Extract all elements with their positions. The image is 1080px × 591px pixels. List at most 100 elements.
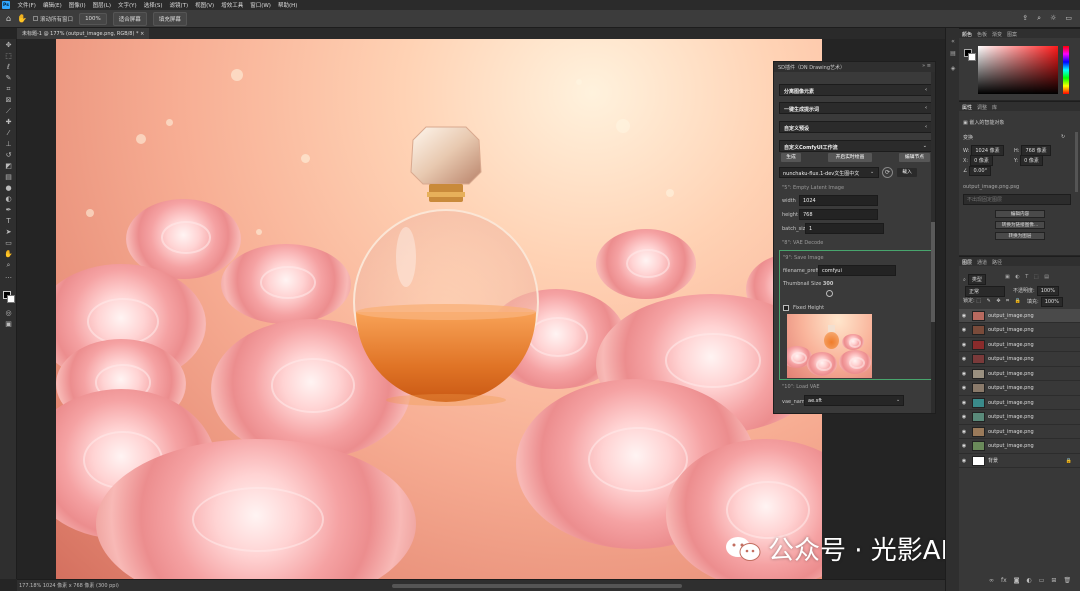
section-custom-comfyui-workflow[interactable]: 自定义ComfyUI工作流 ⌄ — [779, 140, 932, 152]
eye-icon[interactable]: ◉ — [959, 400, 969, 406]
layer-row[interactable]: ◉ output_image.png — [959, 440, 1080, 454]
document-image[interactable] — [56, 39, 822, 579]
scroll-all-windows-checkbox[interactable]: 滚动所有窗口 — [33, 15, 73, 23]
move-tool-icon[interactable]: ✥ — [4, 41, 13, 50]
tab-swatches[interactable]: 色板 — [977, 31, 987, 38]
realtime-drawing-button[interactable]: 开启实时绘画 — [828, 153, 872, 162]
sd-panel-scrollbar[interactable] — [931, 72, 935, 413]
fit-screen-button[interactable]: 适合屏幕 — [112, 11, 147, 26]
convert-to-layers-button[interactable]: 转换为图层 — [995, 232, 1045, 240]
adjustment-layer-icon[interactable]: ◐ — [1027, 577, 1032, 584]
tab-layers[interactable]: 图层 — [962, 259, 972, 266]
eye-icon[interactable]: ◉ — [959, 371, 969, 377]
eye-icon[interactable]: ◉ — [959, 342, 969, 348]
tab-patterns[interactable]: 图案 — [1007, 31, 1017, 38]
eye-icon[interactable]: ◉ — [959, 313, 969, 319]
thumbnail-size-slider[interactable] — [826, 290, 833, 297]
filename-prefix-input[interactable]: comfyui — [818, 265, 896, 276]
blend-mode-select[interactable]: 正常 — [963, 286, 1005, 297]
share-icon[interactable]: ⇪ — [1022, 14, 1028, 23]
home-icon[interactable]: ⌂ — [6, 14, 11, 23]
height-input[interactable]: 768 — [799, 209, 878, 220]
eye-icon[interactable]: ◉ — [959, 385, 969, 391]
pen-tool-icon[interactable]: ✒ — [4, 206, 13, 215]
menu-window[interactable]: 窗口(W) — [247, 1, 275, 9]
section-generate-prompt[interactable]: 一键生成提示词 ‹ — [779, 102, 932, 114]
eye-icon[interactable]: ◉ — [959, 356, 969, 362]
background-color-swatch[interactable] — [7, 295, 15, 303]
layer-comp-select[interactable]: 不出现固定图层 — [963, 194, 1071, 205]
convert-linked-button[interactable]: 转换为链接图像... — [995, 221, 1045, 229]
new-group-icon[interactable]: ▭ — [1039, 577, 1045, 584]
horizontal-scrollbar[interactable] — [392, 584, 682, 588]
layer-row[interactable]: ◉ output_image.png — [959, 411, 1080, 425]
document-tab[interactable]: 未标题-1 @ 177% (output_image.png, RGB/8) *… — [17, 28, 150, 39]
layer-row[interactable]: ◉ output_image.png — [959, 425, 1080, 439]
quick-select-icon[interactable]: ✎ — [4, 74, 13, 83]
delete-layer-icon[interactable]: 🗑 — [1063, 577, 1071, 584]
reset-icon[interactable]: ↻ — [1061, 134, 1065, 140]
more-tools-icon[interactable]: … — [4, 272, 13, 281]
layer-row[interactable]: ◉ output_image.png — [959, 382, 1080, 396]
shape-tool-icon[interactable]: ▭ — [4, 239, 13, 248]
section-custom-preset[interactable]: 自定义预设 ‹ — [779, 121, 932, 133]
menu-file[interactable]: 文件(F) — [14, 1, 39, 9]
batch-size-input[interactable]: 1 — [805, 223, 884, 234]
layer-row[interactable]: ◉ output_image.png — [959, 338, 1080, 352]
tab-adjustments[interactable]: 调整 — [977, 104, 987, 111]
section-separate-elements[interactable]: 分离图像元素 ‹ — [779, 84, 932, 96]
lock-icons[interactable]: ⬚ ✎ ✥ ⌗ 🔒 — [976, 298, 1023, 304]
blur-tool-icon[interactable]: ● — [4, 184, 13, 193]
close-tab-icon[interactable]: × — [140, 31, 144, 37]
quick-mask-icon[interactable]: ◎ — [4, 309, 13, 318]
properties-scrollbar[interactable] — [1075, 132, 1078, 192]
path-select-icon[interactable]: ➤ — [4, 228, 13, 237]
fill-field[interactable]: 填充: 100% — [1027, 297, 1063, 307]
menu-layer[interactable]: 图层(L) — [89, 1, 114, 9]
light-icon[interactable]: ☼ — [1050, 14, 1056, 23]
refresh-icon[interactable]: ⟳ — [882, 167, 893, 178]
zoom-100-button[interactable]: 100% — [79, 12, 107, 25]
generated-image-preview[interactable] — [787, 314, 872, 378]
marquee-tool-icon[interactable]: ⬚ — [4, 52, 13, 61]
vae-name-select[interactable]: ae.sft — [804, 395, 904, 406]
background-color-chip[interactable] — [968, 53, 976, 61]
workspace-icon[interactable]: ▭ — [1065, 14, 1072, 23]
tab-libraries[interactable]: 库 — [992, 104, 997, 111]
menu-filter[interactable]: 滤镜(T) — [166, 1, 192, 9]
tab-color[interactable]: 颜色 — [962, 31, 972, 38]
lock-icon[interactable]: 🔒 — [1066, 458, 1072, 464]
layer-row[interactable]: ◉ output_image.png — [959, 324, 1080, 338]
crop-tool-icon[interactable]: ⌗ — [4, 85, 13, 94]
menu-select[interactable]: 选择(S) — [140, 1, 166, 9]
layer-row[interactable]: ◉ output_image.png — [959, 396, 1080, 410]
menu-view[interactable]: 视图(V) — [192, 1, 218, 9]
layer-filter-kind[interactable]: ⌕ 类型 — [963, 274, 986, 285]
tab-properties[interactable]: 属性 — [962, 104, 972, 111]
eye-icon[interactable]: ◉ — [959, 458, 969, 464]
tab-channels[interactable]: 通道 — [977, 259, 987, 266]
menu-type[interactable]: 文字(Y) — [115, 1, 141, 9]
menu-image[interactable]: 图像(I) — [65, 1, 89, 9]
search-icon[interactable]: ⌕ — [1037, 14, 1041, 23]
layer-row[interactable]: ◉ output_image.png — [959, 353, 1080, 367]
eye-icon[interactable]: ◉ — [959, 414, 969, 420]
load-button[interactable]: 载入 — [897, 168, 917, 177]
frame-tool-icon[interactable]: ⊠ — [4, 96, 13, 105]
eraser-tool-icon[interactable]: ◩ — [4, 162, 13, 171]
history-icon[interactable]: ▤ — [949, 50, 957, 58]
angle-field[interactable]: ∠ 0.00° — [963, 166, 992, 176]
color-picker-field[interactable] — [978, 46, 1058, 94]
new-layer-icon[interactable]: ⊞ — [1051, 577, 1056, 584]
menu-edit[interactable]: 编辑(E) — [39, 1, 65, 9]
layer-row[interactable]: ◉ output_image.png — [959, 309, 1080, 323]
eye-icon[interactable]: ◉ — [959, 443, 969, 449]
plugin-icon[interactable]: ◈ — [949, 65, 957, 73]
brush-tool-icon[interactable]: ⁄ — [4, 129, 13, 138]
stamp-tool-icon[interactable]: ⊥ — [4, 140, 13, 149]
fx-icon[interactable]: fx — [1001, 577, 1007, 584]
lock-row[interactable]: 锁定: ⬚ ✎ ✥ ⌗ 🔒 — [963, 297, 1023, 304]
hue-slider[interactable] — [1063, 46, 1069, 94]
layer-filter-icons[interactable]: ▣ ◐ T ⬚ ▤ — [1005, 274, 1051, 280]
history-brush-icon[interactable]: ↺ — [4, 151, 13, 160]
